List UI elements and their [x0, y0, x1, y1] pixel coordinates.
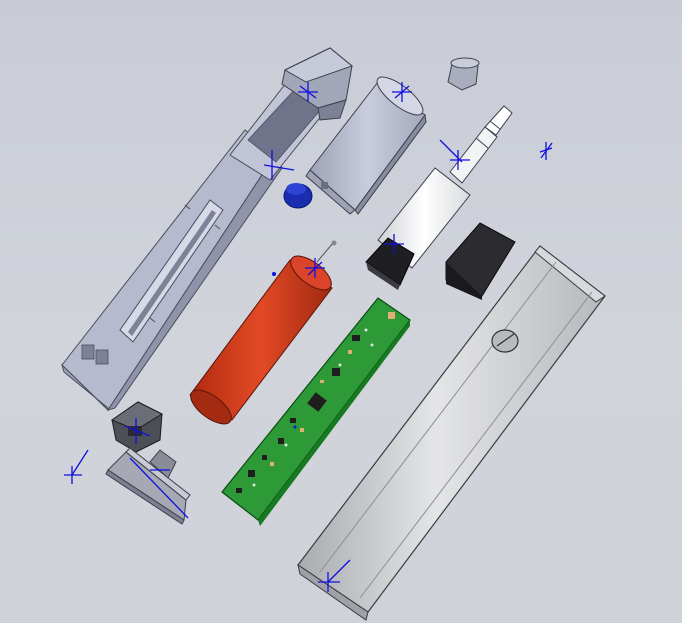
origin-point-icon	[272, 272, 276, 276]
blue-button[interactable]	[283, 183, 313, 209]
end-cap-small[interactable]	[447, 57, 480, 91]
chassis-frame[interactable]	[61, 77, 331, 412]
cad-viewport[interactable]	[0, 0, 682, 623]
triad-icon	[539, 142, 553, 160]
exploded-assembly-view[interactable]	[0, 0, 682, 623]
bottom-plate[interactable]	[105, 447, 191, 525]
usb-connector[interactable]	[110, 401, 164, 453]
outer-tube[interactable]	[297, 245, 606, 621]
triad-icon	[64, 449, 89, 484]
origin-point-icon	[293, 425, 297, 429]
